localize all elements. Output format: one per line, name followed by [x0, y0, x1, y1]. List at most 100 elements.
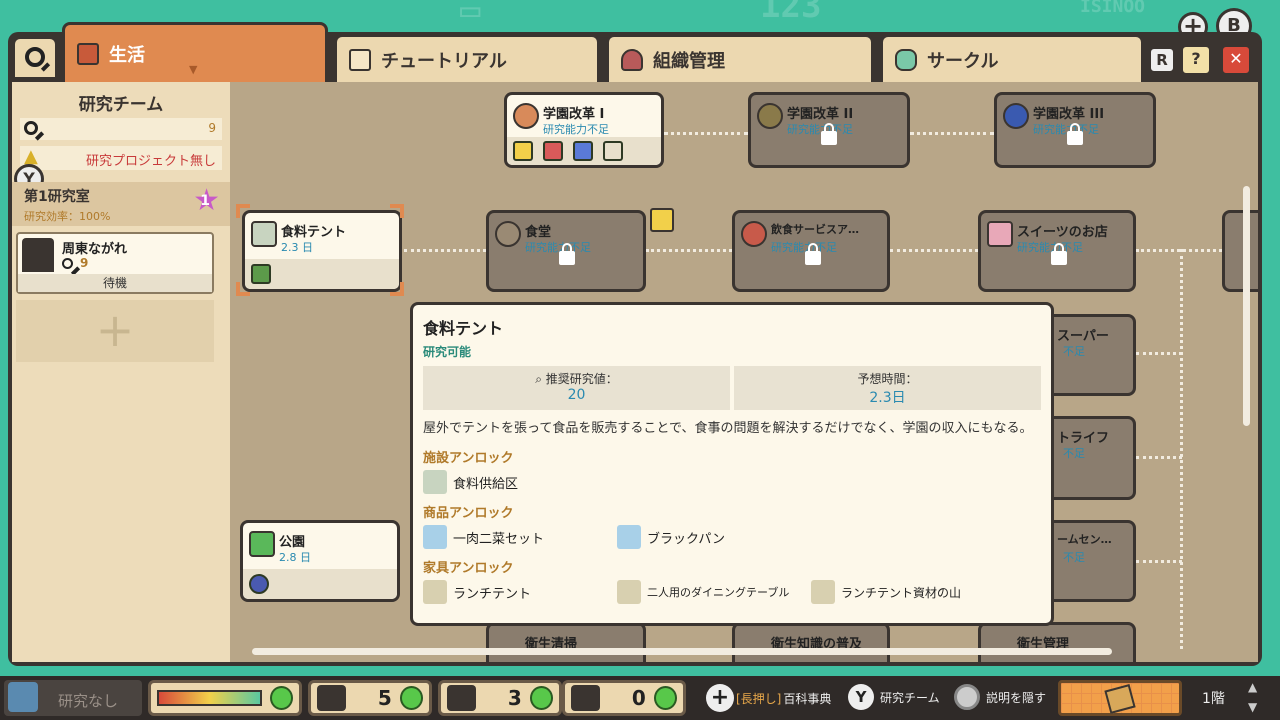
lock-icon	[1051, 243, 1067, 265]
research-card-gakuen2[interactable]: 学園改革 II 研究能力不足	[748, 92, 910, 168]
student-count-1: 5	[308, 680, 432, 716]
selection-corner	[236, 282, 250, 296]
teachers-icon	[571, 685, 600, 711]
unlock-item: 二人用のダイニングテーブル	[617, 580, 811, 604]
bottom-status-bar: 研究なし 5 3 0 + [長押し] 百科事典 Y 研究チーム 説明を隠す 1階…	[0, 676, 1280, 720]
card-title: ームセン…	[1057, 533, 1112, 546]
count-value: 0	[631, 686, 646, 710]
y-button-icon: Y	[848, 684, 874, 710]
r-button[interactable]: R	[1148, 46, 1176, 74]
horizontal-scrollbar[interactable]	[252, 648, 1112, 655]
research-card-hygiene-management[interactable]: 衛生管理	[978, 622, 1136, 662]
card-title: トライフ	[1057, 431, 1110, 446]
research-card-food-tent[interactable]: 食料テント 2.3 日	[242, 210, 402, 292]
reform-medal-icon	[757, 103, 783, 129]
goods-unlock-header: 商品アンロック	[423, 506, 514, 521]
students-icon	[317, 685, 346, 711]
research-card-sweets[interactable]: スイーツのお店 研究能力不足	[978, 210, 1136, 292]
lightbulb-icon	[513, 141, 533, 161]
research-card-food-service[interactable]: 飲食サービスア… 研究能力不足	[732, 210, 890, 292]
panel-title: 研究チーム	[78, 95, 164, 115]
bowl-icon	[495, 221, 521, 247]
unlock-item-label: ブラックパン	[647, 531, 726, 547]
research-card-park[interactable]: 公園 2.8 日	[240, 520, 400, 602]
search-icon	[8, 682, 38, 712]
hint-team: Y 研究チーム	[848, 684, 940, 710]
selection-corner	[390, 282, 404, 296]
research-card-gakuen3[interactable]: 学園改革 III 研究能力不足	[994, 92, 1156, 168]
research-status[interactable]: 研究なし	[4, 680, 142, 716]
help-button[interactable]: ?	[1180, 44, 1212, 76]
smiley-icon	[529, 686, 553, 710]
unlock-item-label: ランチテント	[453, 586, 532, 602]
member-status: 待機	[18, 274, 212, 292]
smiley-icon	[653, 686, 677, 710]
research-card-hygiene-knowledge[interactable]: 衛生知識の普及	[732, 622, 890, 662]
stat-label: 予想時間：	[857, 372, 918, 386]
tab-bar: 生活 ▼ チュートリアル 組織管理 サークル	[12, 22, 1262, 82]
hint-text: 研究チーム	[880, 690, 940, 705]
trophy-icon	[621, 48, 643, 71]
school-building-icon	[650, 208, 674, 232]
tent-icon	[251, 221, 277, 247]
dining-table-icon	[617, 580, 641, 604]
reform-medal-icon	[1003, 103, 1029, 129]
bg-decoration: 123	[760, 0, 822, 26]
unlock-item-label: 二人用のダイニングテーブル	[647, 586, 790, 599]
rice-bowl-icon	[741, 221, 767, 247]
hint-encyclopedia: + [長押し] 百科事典	[706, 684, 831, 712]
build-mode-button[interactable]	[1058, 680, 1182, 716]
card-status: 2.8 日	[279, 551, 311, 564]
research-card-cafeteria[interactable]: 食堂 研究能力不足	[486, 210, 646, 292]
card-status: 研究能力不足	[1033, 123, 1099, 136]
building-icon	[603, 141, 623, 161]
recommended-research-stat: ⌕ 推奨研究値： 20	[423, 366, 730, 410]
unlock-item: 食料供給区	[423, 470, 617, 494]
floor-up-button[interactable]: ▲	[1248, 680, 1257, 694]
close-button[interactable]: ✕	[1220, 44, 1252, 76]
card-status: 2.3 日	[281, 241, 313, 254]
tab-circle[interactable]: サークル	[880, 34, 1144, 82]
research-value: 9	[208, 121, 216, 135]
card-status: 不足	[1063, 551, 1085, 564]
fountain-icon	[543, 141, 563, 161]
unlock-item: 一肉二菜セット	[423, 525, 617, 549]
card-title: スーパー	[1057, 329, 1109, 344]
tab-tutorial[interactable]: チュートリアル	[334, 34, 600, 82]
tab-label: チュートリアル	[381, 50, 507, 72]
bird-statue-icon	[249, 531, 275, 557]
lunch-tent-icon	[423, 580, 447, 604]
bg-decoration: ▭	[460, 0, 481, 30]
tab-life[interactable]: 生活 ▼	[62, 22, 328, 82]
member-value: 9	[80, 256, 89, 270]
research-card-offscreen[interactable]	[1222, 210, 1258, 292]
unlock-item: ランチテント資材の山	[811, 580, 1005, 604]
stat-value: 20	[567, 387, 586, 403]
tab-label: 組織管理	[653, 50, 725, 72]
card-title: 学園改革 II	[787, 107, 854, 122]
tab-organization[interactable]: 組織管理	[606, 34, 874, 82]
lab-name: 第1研究室	[24, 189, 90, 205]
card-title: 学園改革 III	[1033, 107, 1105, 122]
add-member-button[interactable]: +	[16, 300, 214, 362]
black-bread-icon	[617, 525, 641, 549]
floor-indicator: 1階	[1202, 691, 1225, 707]
calendar-icon	[349, 48, 371, 71]
star-badge-number: 1	[200, 193, 210, 209]
floor-down-button[interactable]: ▼	[1248, 700, 1257, 714]
vertical-scrollbar[interactable]	[1243, 186, 1250, 426]
card-status: 不足	[1063, 447, 1085, 460]
card-title: 食堂	[525, 225, 552, 240]
furniture-unlock-header: 家具アンロック	[423, 561, 514, 576]
research-card-hygiene-cleaning[interactable]: 衛生清掃	[486, 622, 646, 662]
gradient-bar	[157, 690, 262, 706]
card-title: 飲食サービスア…	[771, 223, 859, 236]
clock-icon	[249, 574, 269, 594]
briefcase-icon	[77, 42, 99, 65]
member-card[interactable]: 周東ながれ 9 待機	[16, 232, 214, 294]
stat-value: 2.3日	[869, 390, 906, 406]
research-card-gakuen1[interactable]: 学園改革 I 研究能力不足	[504, 92, 664, 168]
hint-long-press: [長押し]	[736, 691, 782, 706]
hint-hide: 説明を隠す	[954, 684, 1046, 710]
smiley-icon	[399, 686, 423, 710]
